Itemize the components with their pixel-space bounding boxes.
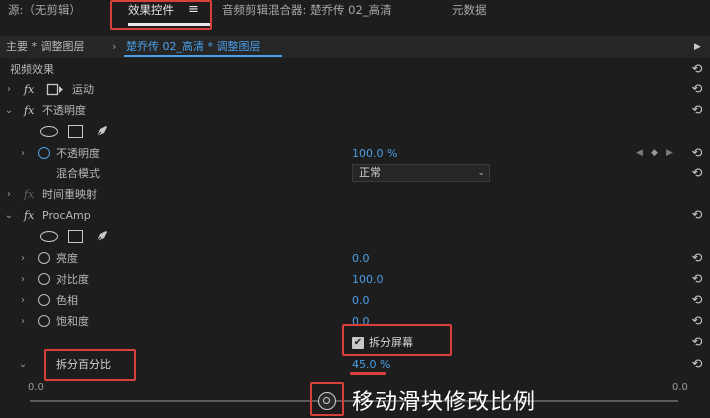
blend-mode-value: 正常 [359, 166, 381, 179]
brightness-value[interactable]: 0.0 [352, 248, 370, 269]
highlight-effect-controls-tab [110, 0, 212, 30]
stopwatch-icon[interactable] [38, 147, 50, 159]
section-reset-icon[interactable]: ⟲ [690, 59, 704, 80]
reset-procamp-icon[interactable]: ⟲ [690, 205, 704, 226]
play-arrow-icon[interactable]: ▶ [694, 39, 701, 55]
chevron-right-icon[interactable]: › [18, 269, 28, 290]
prev-keyframe-icon[interactable]: ◀ [636, 143, 643, 164]
opacity-property-label: 不透明度 [56, 147, 100, 160]
reset-brightness-icon[interactable]: ⟲ [690, 248, 704, 269]
breadcrumb-master[interactable]: 主要 * 调整图层 [6, 39, 85, 55]
opacity-value[interactable]: 100.0 % [352, 143, 397, 164]
ellipse-mask-icon[interactable] [40, 231, 58, 242]
stopwatch-icon[interactable] [38, 294, 50, 306]
chevron-down-icon[interactable]: ⌄ [4, 100, 14, 121]
hue-label: 色相 [56, 294, 78, 307]
breadcrumb-separator: › [112, 40, 117, 53]
rectangle-mask-icon[interactable] [68, 230, 83, 243]
breadcrumb-clip-underline [124, 55, 282, 57]
split-screen-checkbox[interactable]: ✔ [352, 337, 364, 349]
effect-procamp-label: ProcAmp [42, 209, 91, 222]
chevron-down-icon[interactable]: ⌄ [4, 205, 14, 226]
tab-source[interactable]: 源:（无剪辑） [8, 0, 81, 20]
effect-time-remap-label: 时间重映射 [42, 188, 97, 201]
reset-opacity-icon[interactable]: ⟲ [690, 100, 704, 121]
video-effects-header: 视频效果 [10, 63, 54, 76]
ellipse-mask-icon[interactable] [40, 126, 58, 137]
next-keyframe-icon[interactable]: ▶ [666, 143, 673, 164]
chevron-right-icon[interactable]: › [18, 290, 28, 311]
transform-icon[interactable] [46, 83, 63, 96]
highlight-underline [350, 372, 386, 375]
contrast-value[interactable]: 100.0 [352, 269, 384, 290]
hue-value[interactable]: 0.0 [352, 290, 370, 311]
tab-audio-clip-mixer[interactable]: 音频剪辑混合器: 楚乔传 02_高清 [222, 0, 392, 20]
reset-blend-icon[interactable]: ⟲ [690, 163, 704, 184]
reset-contrast-icon[interactable]: ⟲ [690, 269, 704, 290]
tab-metadata[interactable]: 元数据 [452, 0, 487, 20]
rectangle-mask-icon[interactable] [68, 125, 83, 138]
split-percent-slider-handle[interactable] [318, 392, 336, 410]
stopwatch-icon[interactable] [38, 273, 50, 285]
reset-split-percent-icon[interactable]: ⟲ [690, 354, 704, 375]
stopwatch-icon[interactable] [38, 315, 50, 327]
fx-icon[interactable]: fx [24, 205, 38, 226]
add-keyframe-icon[interactable]: ◆ [651, 143, 658, 164]
chevron-right-icon[interactable]: › [18, 311, 28, 332]
fx-icon[interactable]: fx [24, 100, 38, 121]
blend-mode-dropdown[interactable]: 正常 ⌄ [352, 164, 490, 182]
chevron-right-icon[interactable]: › [4, 79, 14, 100]
brightness-label: 亮度 [56, 252, 78, 265]
reset-opacity-prop-icon[interactable]: ⟲ [690, 143, 704, 164]
breadcrumb-bar [0, 36, 710, 58]
breadcrumb-clip[interactable]: 楚乔传 02_高清 * 调整图层 [126, 39, 261, 55]
saturation-label: 饱和度 [56, 315, 89, 328]
chevron-down-icon[interactable]: ⌄ [18, 354, 28, 375]
chevron-right-icon[interactable]: › [18, 248, 28, 269]
reset-hue-icon[interactable]: ⟲ [690, 290, 704, 311]
effect-opacity-label: 不透明度 [42, 104, 86, 117]
chevron-right-icon[interactable]: › [4, 184, 14, 205]
split-percent-label: 拆分百分比 [56, 358, 111, 371]
split-screen-label: 拆分屏幕 [369, 336, 413, 349]
fx-icon[interactable]: fx [24, 79, 38, 100]
stopwatch-icon[interactable] [38, 252, 50, 264]
contrast-label: 对比度 [56, 273, 89, 286]
chevron-down-icon: ⌄ [477, 168, 485, 178]
slider-min-label: 0.0 [28, 382, 44, 393]
pen-mask-icon[interactable] [94, 123, 110, 139]
slider-max-label: 0.0 [672, 382, 688, 393]
reset-split-screen-icon[interactable]: ⟲ [690, 332, 704, 353]
fx-icon[interactable]: fx [24, 184, 38, 205]
blend-mode-label: 混合模式 [56, 167, 100, 180]
reset-saturation-icon[interactable]: ⟲ [690, 311, 704, 332]
chevron-right-icon[interactable]: › [18, 143, 28, 164]
reset-motion-icon[interactable]: ⟲ [690, 79, 704, 100]
pen-mask-icon[interactable] [94, 228, 110, 244]
annotation-caption: 移动滑块修改比例 [352, 390, 537, 415]
effect-motion-label: 运动 [72, 83, 94, 96]
